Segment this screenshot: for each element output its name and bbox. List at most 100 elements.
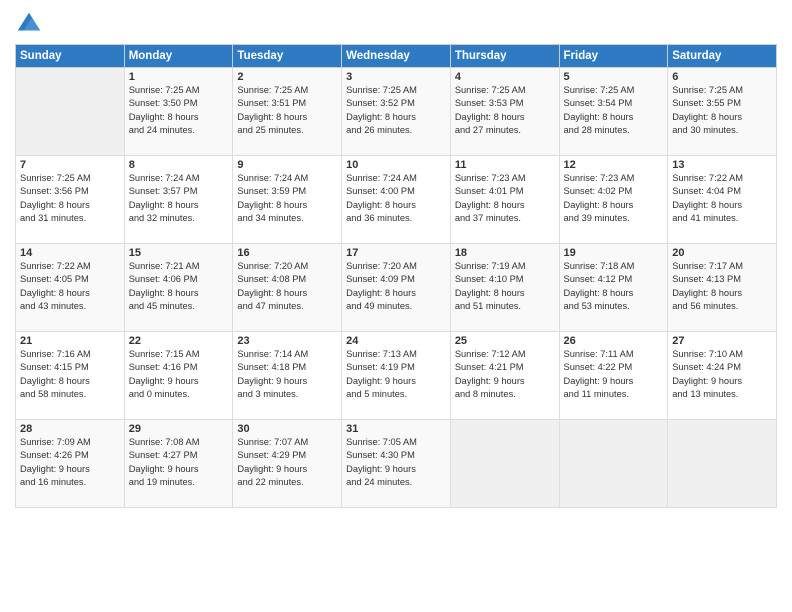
day-number: 17: [346, 247, 446, 259]
day-number: 6: [672, 71, 772, 83]
day-cell: 4Sunrise: 7:25 AMSunset: 3:53 PMDaylight…: [450, 68, 559, 156]
day-number: 9: [237, 159, 337, 171]
day-number: 30: [237, 423, 337, 435]
day-cell: 30Sunrise: 7:07 AMSunset: 4:29 PMDayligh…: [233, 420, 342, 508]
day-cell: 7Sunrise: 7:25 AMSunset: 3:56 PMDaylight…: [16, 156, 125, 244]
column-header-row: SundayMondayTuesdayWednesdayThursdayFrid…: [16, 45, 777, 68]
day-number: 22: [129, 335, 229, 347]
day-cell: 8Sunrise: 7:24 AMSunset: 3:57 PMDaylight…: [124, 156, 233, 244]
day-number: 31: [346, 423, 446, 435]
day-number: 8: [129, 159, 229, 171]
day-cell: 25Sunrise: 7:12 AMSunset: 4:21 PMDayligh…: [450, 332, 559, 420]
day-info: Sunrise: 7:24 AMSunset: 4:00 PMDaylight:…: [346, 172, 446, 226]
day-info: Sunrise: 7:11 AMSunset: 4:22 PMDaylight:…: [564, 348, 664, 402]
day-number: 2: [237, 71, 337, 83]
day-number: 10: [346, 159, 446, 171]
day-number: 15: [129, 247, 229, 259]
day-info: Sunrise: 7:24 AMSunset: 3:59 PMDaylight:…: [237, 172, 337, 226]
day-number: 18: [455, 247, 555, 259]
week-row-2: 7Sunrise: 7:25 AMSunset: 3:56 PMDaylight…: [16, 156, 777, 244]
day-info: Sunrise: 7:25 AMSunset: 3:53 PMDaylight:…: [455, 84, 555, 138]
day-cell: 26Sunrise: 7:11 AMSunset: 4:22 PMDayligh…: [559, 332, 668, 420]
day-cell: 10Sunrise: 7:24 AMSunset: 4:00 PMDayligh…: [342, 156, 451, 244]
day-info: Sunrise: 7:25 AMSunset: 3:50 PMDaylight:…: [129, 84, 229, 138]
day-number: 23: [237, 335, 337, 347]
day-cell: 24Sunrise: 7:13 AMSunset: 4:19 PMDayligh…: [342, 332, 451, 420]
day-number: 25: [455, 335, 555, 347]
day-info: Sunrise: 7:25 AMSunset: 3:52 PMDaylight:…: [346, 84, 446, 138]
logo: [15, 10, 47, 38]
day-info: Sunrise: 7:18 AMSunset: 4:12 PMDaylight:…: [564, 260, 664, 314]
day-number: 4: [455, 71, 555, 83]
day-cell: 22Sunrise: 7:15 AMSunset: 4:16 PMDayligh…: [124, 332, 233, 420]
day-info: Sunrise: 7:24 AMSunset: 3:57 PMDaylight:…: [129, 172, 229, 226]
week-row-1: 1Sunrise: 7:25 AMSunset: 3:50 PMDaylight…: [16, 68, 777, 156]
col-header-thursday: Thursday: [450, 45, 559, 68]
day-number: 3: [346, 71, 446, 83]
col-header-monday: Monday: [124, 45, 233, 68]
day-cell: 21Sunrise: 7:16 AMSunset: 4:15 PMDayligh…: [16, 332, 125, 420]
day-cell: 28Sunrise: 7:09 AMSunset: 4:26 PMDayligh…: [16, 420, 125, 508]
day-info: Sunrise: 7:15 AMSunset: 4:16 PMDaylight:…: [129, 348, 229, 402]
col-header-wednesday: Wednesday: [342, 45, 451, 68]
week-row-3: 14Sunrise: 7:22 AMSunset: 4:05 PMDayligh…: [16, 244, 777, 332]
day-cell: 23Sunrise: 7:14 AMSunset: 4:18 PMDayligh…: [233, 332, 342, 420]
day-info: Sunrise: 7:25 AMSunset: 3:54 PMDaylight:…: [564, 84, 664, 138]
day-cell: 18Sunrise: 7:19 AMSunset: 4:10 PMDayligh…: [450, 244, 559, 332]
day-cell: [450, 420, 559, 508]
day-cell: 14Sunrise: 7:22 AMSunset: 4:05 PMDayligh…: [16, 244, 125, 332]
day-number: 5: [564, 71, 664, 83]
day-info: Sunrise: 7:09 AMSunset: 4:26 PMDaylight:…: [20, 436, 120, 490]
day-number: 24: [346, 335, 446, 347]
day-cell: 3Sunrise: 7:25 AMSunset: 3:52 PMDaylight…: [342, 68, 451, 156]
day-info: Sunrise: 7:22 AMSunset: 4:05 PMDaylight:…: [20, 260, 120, 314]
day-cell: 9Sunrise: 7:24 AMSunset: 3:59 PMDaylight…: [233, 156, 342, 244]
day-cell: 12Sunrise: 7:23 AMSunset: 4:02 PMDayligh…: [559, 156, 668, 244]
logo-icon: [15, 10, 43, 38]
day-number: 26: [564, 335, 664, 347]
day-cell: [668, 420, 777, 508]
day-info: Sunrise: 7:17 AMSunset: 4:13 PMDaylight:…: [672, 260, 772, 314]
day-number: 13: [672, 159, 772, 171]
day-cell: 27Sunrise: 7:10 AMSunset: 4:24 PMDayligh…: [668, 332, 777, 420]
header: [15, 10, 777, 38]
day-info: Sunrise: 7:08 AMSunset: 4:27 PMDaylight:…: [129, 436, 229, 490]
day-info: Sunrise: 7:20 AMSunset: 4:09 PMDaylight:…: [346, 260, 446, 314]
day-info: Sunrise: 7:16 AMSunset: 4:15 PMDaylight:…: [20, 348, 120, 402]
page: SundayMondayTuesdayWednesdayThursdayFrid…: [0, 0, 792, 612]
col-header-saturday: Saturday: [668, 45, 777, 68]
day-info: Sunrise: 7:20 AMSunset: 4:08 PMDaylight:…: [237, 260, 337, 314]
day-cell: 1Sunrise: 7:25 AMSunset: 3:50 PMDaylight…: [124, 68, 233, 156]
day-cell: 17Sunrise: 7:20 AMSunset: 4:09 PMDayligh…: [342, 244, 451, 332]
calendar-table: SundayMondayTuesdayWednesdayThursdayFrid…: [15, 44, 777, 508]
day-number: 7: [20, 159, 120, 171]
col-header-tuesday: Tuesday: [233, 45, 342, 68]
day-number: 19: [564, 247, 664, 259]
day-number: 28: [20, 423, 120, 435]
day-info: Sunrise: 7:23 AMSunset: 4:02 PMDaylight:…: [564, 172, 664, 226]
day-number: 29: [129, 423, 229, 435]
day-info: Sunrise: 7:22 AMSunset: 4:04 PMDaylight:…: [672, 172, 772, 226]
calendar-body: 1Sunrise: 7:25 AMSunset: 3:50 PMDaylight…: [16, 68, 777, 508]
day-cell: 31Sunrise: 7:05 AMSunset: 4:30 PMDayligh…: [342, 420, 451, 508]
day-info: Sunrise: 7:05 AMSunset: 4:30 PMDaylight:…: [346, 436, 446, 490]
day-cell: [16, 68, 125, 156]
day-cell: 6Sunrise: 7:25 AMSunset: 3:55 PMDaylight…: [668, 68, 777, 156]
day-cell: 16Sunrise: 7:20 AMSunset: 4:08 PMDayligh…: [233, 244, 342, 332]
day-number: 21: [20, 335, 120, 347]
day-number: 20: [672, 247, 772, 259]
day-cell: 2Sunrise: 7:25 AMSunset: 3:51 PMDaylight…: [233, 68, 342, 156]
day-number: 27: [672, 335, 772, 347]
week-row-5: 28Sunrise: 7:09 AMSunset: 4:26 PMDayligh…: [16, 420, 777, 508]
day-cell: 11Sunrise: 7:23 AMSunset: 4:01 PMDayligh…: [450, 156, 559, 244]
day-info: Sunrise: 7:14 AMSunset: 4:18 PMDaylight:…: [237, 348, 337, 402]
day-cell: 20Sunrise: 7:17 AMSunset: 4:13 PMDayligh…: [668, 244, 777, 332]
day-cell: 29Sunrise: 7:08 AMSunset: 4:27 PMDayligh…: [124, 420, 233, 508]
day-cell: [559, 420, 668, 508]
col-header-sunday: Sunday: [16, 45, 125, 68]
week-row-4: 21Sunrise: 7:16 AMSunset: 4:15 PMDayligh…: [16, 332, 777, 420]
day-info: Sunrise: 7:25 AMSunset: 3:51 PMDaylight:…: [237, 84, 337, 138]
day-number: 14: [20, 247, 120, 259]
day-info: Sunrise: 7:21 AMSunset: 4:06 PMDaylight:…: [129, 260, 229, 314]
day-number: 1: [129, 71, 229, 83]
